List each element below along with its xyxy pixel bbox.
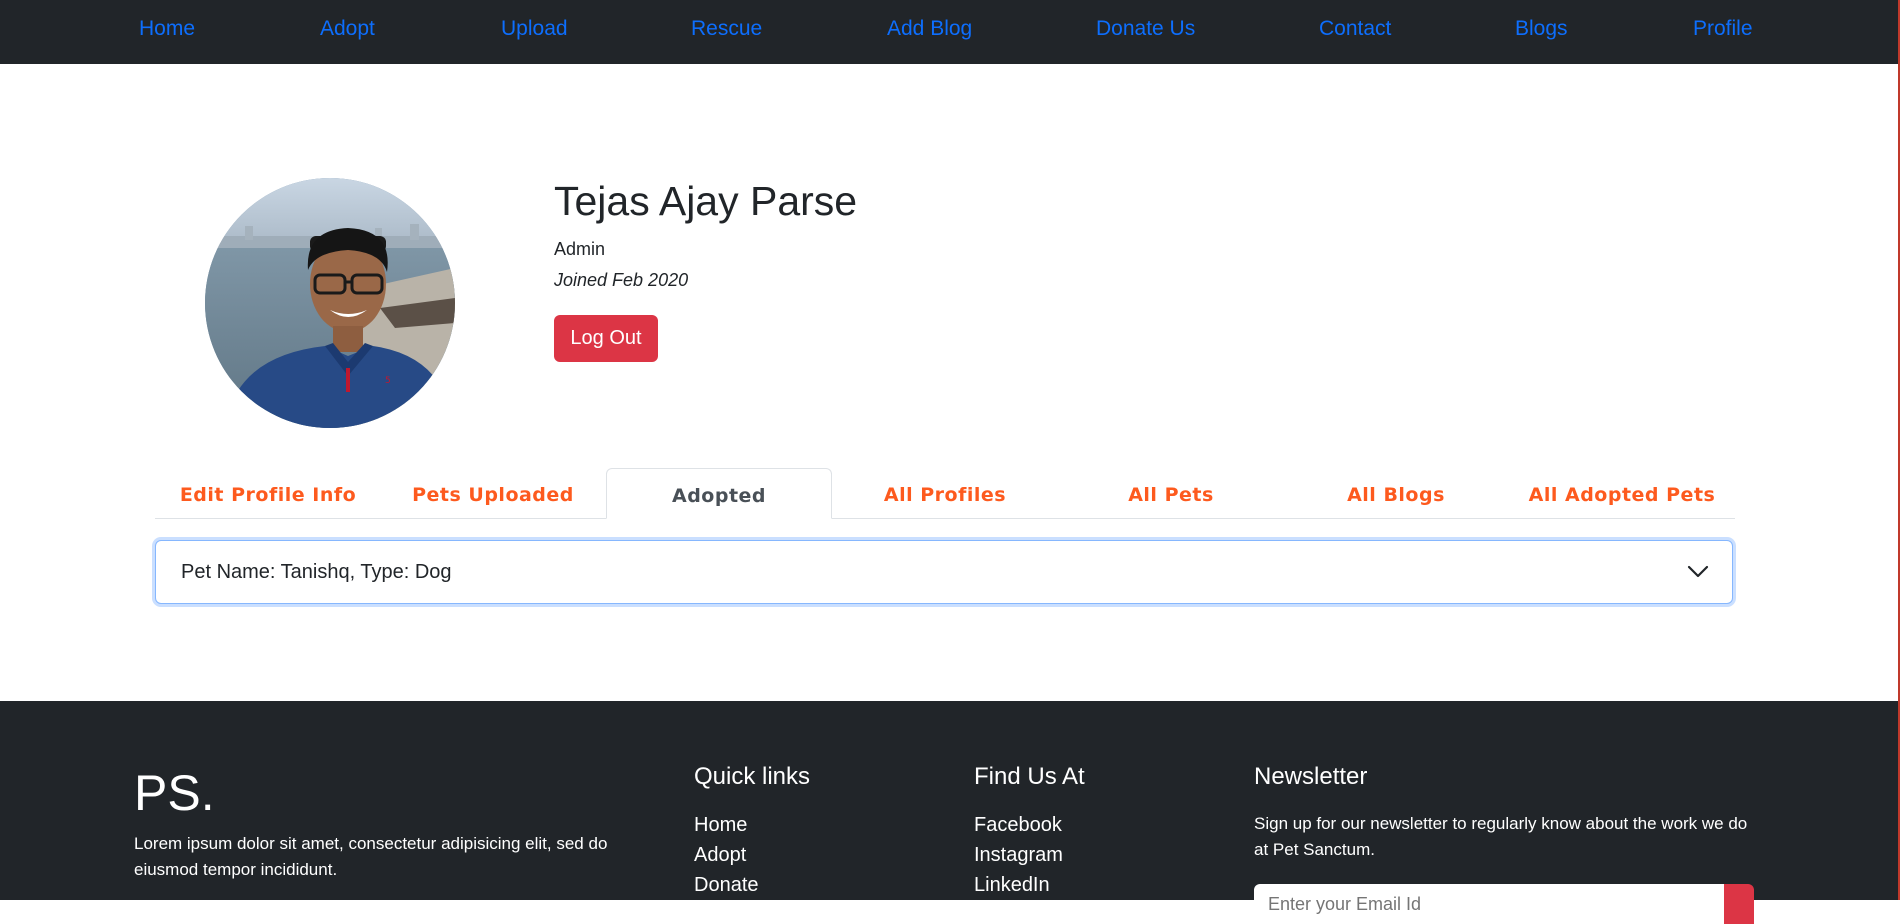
adopted-pet-accordion-item[interactable]: Pet Name: Tanishq, Type: Dog bbox=[155, 540, 1733, 604]
nav-link-home[interactable]: Home bbox=[139, 17, 195, 41]
newsletter-subscribe-button[interactable] bbox=[1724, 884, 1754, 924]
footer-find-us-heading: Find Us At bbox=[974, 763, 1085, 790]
footer-link-linkedin[interactable]: LinkedIn bbox=[974, 874, 1050, 897]
footer-description: Lorem ipsum dolor sit amet, consectetur … bbox=[134, 834, 608, 879]
footer-link-donate[interactable]: Donate bbox=[694, 874, 759, 897]
footer-brand-logo: PS. bbox=[134, 765, 215, 821]
footer-link-instagram[interactable]: Instagram bbox=[974, 844, 1063, 867]
tab-pets-uploaded[interactable]: Pets Uploaded bbox=[380, 468, 606, 518]
logout-button[interactable]: Log Out bbox=[554, 315, 658, 362]
footer-newsletter-heading: Newsletter bbox=[1254, 763, 1368, 790]
profile-joined-date: Joined Feb 2020 bbox=[554, 270, 689, 290]
tab-all-profiles[interactable]: All Profiles bbox=[832, 468, 1058, 518]
nav-link-upload[interactable]: Upload bbox=[501, 17, 568, 41]
nav-link-adopt[interactable]: Adopt bbox=[320, 17, 375, 41]
profile-tabs: Edit Profile Info Pets Uploaded Adopted … bbox=[155, 468, 1735, 519]
tab-adopted[interactable]: Adopted bbox=[606, 468, 832, 519]
nav-link-donate-us[interactable]: Donate Us bbox=[1096, 17, 1195, 41]
svg-text:5: 5 bbox=[385, 376, 391, 386]
tab-all-blogs[interactable]: All Blogs bbox=[1283, 468, 1509, 518]
tab-all-pets[interactable]: All Pets bbox=[1058, 468, 1284, 518]
top-navbar: Home Adopt Upload Rescue Add Blog Donate… bbox=[0, 0, 1898, 64]
site-footer: PS. Lorem ipsum dolor sit amet, consecte… bbox=[0, 701, 1898, 924]
chevron-down-icon bbox=[1687, 565, 1709, 578]
profile-avatar: 5 bbox=[205, 178, 455, 428]
nav-link-profile[interactable]: Profile bbox=[1693, 17, 1753, 41]
adopted-pet-summary: Pet Name: Tanishq, Type: Dog bbox=[181, 561, 452, 583]
avatar-photo: 5 bbox=[205, 178, 455, 428]
tab-all-adopted-pets[interactable]: All Adopted Pets bbox=[1509, 468, 1735, 518]
nav-link-blogs[interactable]: Blogs bbox=[1515, 17, 1568, 41]
profile-name: Tejas Ajay Parse bbox=[554, 178, 858, 224]
nav-link-rescue[interactable]: Rescue bbox=[691, 17, 762, 41]
nav-link-contact[interactable]: Contact bbox=[1319, 17, 1391, 41]
newsletter-description: Sign up for our newsletter to regularly … bbox=[1254, 814, 1748, 859]
footer-link-facebook[interactable]: Facebook bbox=[974, 814, 1062, 837]
footer-link-home[interactable]: Home bbox=[694, 814, 747, 837]
nav-link-add-blog[interactable]: Add Blog bbox=[887, 17, 972, 41]
newsletter-email-input[interactable] bbox=[1254, 884, 1724, 924]
footer-quick-links-heading: Quick links bbox=[694, 763, 811, 790]
tab-edit-profile-info[interactable]: Edit Profile Info bbox=[155, 468, 381, 518]
profile-role: Admin bbox=[554, 239, 606, 259]
footer-link-adopt[interactable]: Adopt bbox=[694, 844, 746, 867]
